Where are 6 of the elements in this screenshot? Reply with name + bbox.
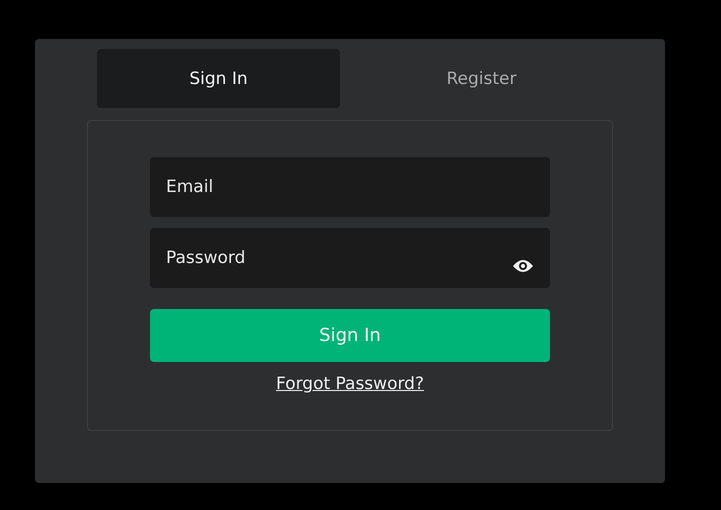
password-field[interactable]: Password (150, 228, 550, 288)
tab[interactable]: Register (360, 49, 603, 108)
tab[interactable]: Sign In (97, 49, 340, 108)
eye-icon[interactable] (512, 259, 534, 273)
forgot-password-link[interactable]: Forgot Password? (276, 374, 424, 394)
email-field[interactable]: Email (150, 157, 550, 217)
